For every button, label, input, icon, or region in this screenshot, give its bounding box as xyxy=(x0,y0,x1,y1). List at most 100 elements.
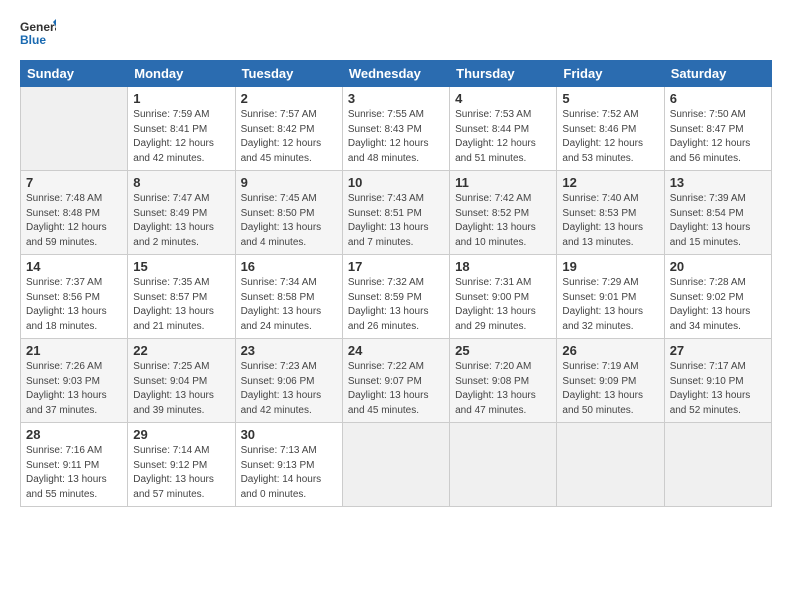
weekday-header-cell: Sunday xyxy=(21,61,128,87)
calendar-day-cell: 16 Sunrise: 7:34 AMSunset: 8:58 PMDayligh… xyxy=(235,255,342,339)
day-info: Sunrise: 7:59 AMSunset: 8:41 PMDaylight:… xyxy=(133,108,229,166)
day-number: 5 xyxy=(562,91,658,106)
logo-svg: General Blue xyxy=(20,16,56,52)
day-number: 21 xyxy=(26,343,122,358)
calendar-day-cell: 14 Sunrise: 7:37 AMSunset: 8:56 PMDayligh… xyxy=(21,255,128,339)
calendar-day-cell: 27 Sunrise: 7:17 AMSunset: 9:10 PMDayligh… xyxy=(664,339,771,423)
day-info: Sunrise: 7:48 AMSunset: 8:48 PMDaylight:… xyxy=(26,192,122,250)
calendar-day-cell xyxy=(21,87,128,171)
day-number: 3 xyxy=(348,91,444,106)
calendar-day-cell: 21 Sunrise: 7:26 AMSunset: 9:03 PMDayligh… xyxy=(21,339,128,423)
calendar-table: SundayMondayTuesdayWednesdayThursdayFrid… xyxy=(20,60,772,507)
day-info: Sunrise: 7:28 AMSunset: 9:02 PMDaylight:… xyxy=(670,276,766,334)
calendar-day-cell: 11Sunrise: 7:42 AMSunset: 8:52 PMDayligh… xyxy=(450,171,557,255)
day-info: Sunrise: 7:13 AMSunset: 9:13 PMDaylight:… xyxy=(241,444,337,502)
weekday-header-cell: Saturday xyxy=(664,61,771,87)
calendar-day-cell: 28 Sunrise: 7:16 AMSunset: 9:11 PMDayligh… xyxy=(21,423,128,507)
calendar-day-cell xyxy=(664,423,771,507)
day-info: Sunrise: 7:17 AMSunset: 9:10 PMDaylight:… xyxy=(670,360,766,418)
calendar-day-cell: 7 Sunrise: 7:48 AMSunset: 8:48 PMDaylight… xyxy=(21,171,128,255)
calendar-day-cell: 19 Sunrise: 7:29 AMSunset: 9:01 PMDayligh… xyxy=(557,255,664,339)
day-info: Sunrise: 7:31 AMSunset: 9:00 PMDaylight:… xyxy=(455,276,551,334)
calendar-week-row: 21 Sunrise: 7:26 AMSunset: 9:03 PMDayligh… xyxy=(21,339,772,423)
weekday-header-cell: Wednesday xyxy=(342,61,449,87)
day-info: Sunrise: 7:35 AMSunset: 8:57 PMDaylight:… xyxy=(133,276,229,334)
day-info: Sunrise: 7:52 AMSunset: 8:46 PMDaylight:… xyxy=(562,108,658,166)
day-info: Sunrise: 7:45 AMSunset: 8:50 PMDaylight:… xyxy=(241,192,337,250)
weekday-header-cell: Thursday xyxy=(450,61,557,87)
day-info: Sunrise: 7:55 AMSunset: 8:43 PMDaylight:… xyxy=(348,108,444,166)
day-number: 10 xyxy=(348,175,444,190)
day-info: Sunrise: 7:23 AMSunset: 9:06 PMDaylight:… xyxy=(241,360,337,418)
calendar-day-cell: 22Sunrise: 7:25 AMSunset: 9:04 PMDayligh… xyxy=(128,339,235,423)
calendar-day-cell: 25Sunrise: 7:20 AMSunset: 9:08 PMDayligh… xyxy=(450,339,557,423)
calendar-day-cell xyxy=(342,423,449,507)
svg-text:Blue: Blue xyxy=(20,33,46,47)
calendar-body: 1 Sunrise: 7:59 AMSunset: 8:41 PMDaylight… xyxy=(21,87,772,507)
day-info: Sunrise: 7:37 AMSunset: 8:56 PMDaylight:… xyxy=(26,276,122,334)
calendar-week-row: 28 Sunrise: 7:16 AMSunset: 9:11 PMDayligh… xyxy=(21,423,772,507)
day-number: 19 xyxy=(562,259,658,274)
day-number: 9 xyxy=(241,175,337,190)
calendar-day-cell: 20Sunrise: 7:28 AMSunset: 9:02 PMDayligh… xyxy=(664,255,771,339)
calendar-day-cell: 18 Sunrise: 7:31 AMSunset: 9:00 PMDayligh… xyxy=(450,255,557,339)
day-number: 22 xyxy=(133,343,229,358)
calendar-day-cell: 6Sunrise: 7:50 AMSunset: 8:47 PMDaylight… xyxy=(664,87,771,171)
day-number: 18 xyxy=(455,259,551,274)
day-number: 26 xyxy=(562,343,658,358)
calendar-week-row: 14 Sunrise: 7:37 AMSunset: 8:56 PMDayligh… xyxy=(21,255,772,339)
day-info: Sunrise: 7:32 AMSunset: 8:59 PMDaylight:… xyxy=(348,276,444,334)
day-number: 17 xyxy=(348,259,444,274)
calendar-day-cell: 1 Sunrise: 7:59 AMSunset: 8:41 PMDaylight… xyxy=(128,87,235,171)
day-info: Sunrise: 7:57 AMSunset: 8:42 PMDaylight:… xyxy=(241,108,337,166)
day-info: Sunrise: 7:42 AMSunset: 8:52 PMDaylight:… xyxy=(455,192,551,250)
calendar-day-cell: 15 Sunrise: 7:35 AMSunset: 8:57 PMDayligh… xyxy=(128,255,235,339)
day-number: 1 xyxy=(133,91,229,106)
weekday-header-cell: Monday xyxy=(128,61,235,87)
day-number: 15 xyxy=(133,259,229,274)
day-info: Sunrise: 7:40 AMSunset: 8:53 PMDaylight:… xyxy=(562,192,658,250)
day-number: 28 xyxy=(26,427,122,442)
calendar-day-cell: 9 Sunrise: 7:45 AMSunset: 8:50 PMDaylight… xyxy=(235,171,342,255)
day-number: 7 xyxy=(26,175,122,190)
calendar-day-cell: 3 Sunrise: 7:55 AMSunset: 8:43 PMDaylight… xyxy=(342,87,449,171)
calendar-day-cell: 5 Sunrise: 7:52 AMSunset: 8:46 PMDaylight… xyxy=(557,87,664,171)
weekday-header-cell: Friday xyxy=(557,61,664,87)
calendar-day-cell xyxy=(450,423,557,507)
day-number: 23 xyxy=(241,343,337,358)
calendar-day-cell: 23 Sunrise: 7:23 AMSunset: 9:06 PMDayligh… xyxy=(235,339,342,423)
logo: General Blue xyxy=(20,16,56,52)
calendar-day-cell: 29Sunrise: 7:14 AMSunset: 9:12 PMDayligh… xyxy=(128,423,235,507)
calendar-week-row: 7 Sunrise: 7:48 AMSunset: 8:48 PMDaylight… xyxy=(21,171,772,255)
day-info: Sunrise: 7:26 AMSunset: 9:03 PMDaylight:… xyxy=(26,360,122,418)
day-info: Sunrise: 7:16 AMSunset: 9:11 PMDaylight:… xyxy=(26,444,122,502)
day-number: 8 xyxy=(133,175,229,190)
day-number: 16 xyxy=(241,259,337,274)
calendar-day-cell: 10Sunrise: 7:43 AMSunset: 8:51 PMDayligh… xyxy=(342,171,449,255)
svg-text:General: General xyxy=(20,20,56,34)
day-number: 24 xyxy=(348,343,444,358)
day-number: 13 xyxy=(670,175,766,190)
calendar-day-cell: 13 Sunrise: 7:39 AMSunset: 8:54 PMDayligh… xyxy=(664,171,771,255)
day-info: Sunrise: 7:22 AMSunset: 9:07 PMDaylight:… xyxy=(348,360,444,418)
page-header: General Blue xyxy=(20,16,772,52)
day-info: Sunrise: 7:39 AMSunset: 8:54 PMDaylight:… xyxy=(670,192,766,250)
day-number: 29 xyxy=(133,427,229,442)
day-number: 25 xyxy=(455,343,551,358)
calendar-day-cell: 24 Sunrise: 7:22 AMSunset: 9:07 PMDayligh… xyxy=(342,339,449,423)
day-number: 14 xyxy=(26,259,122,274)
day-info: Sunrise: 7:19 AMSunset: 9:09 PMDaylight:… xyxy=(562,360,658,418)
day-info: Sunrise: 7:47 AMSunset: 8:49 PMDaylight:… xyxy=(133,192,229,250)
day-number: 12 xyxy=(562,175,658,190)
day-number: 27 xyxy=(670,343,766,358)
day-number: 6 xyxy=(670,91,766,106)
day-info: Sunrise: 7:29 AMSunset: 9:01 PMDaylight:… xyxy=(562,276,658,334)
day-info: Sunrise: 7:53 AMSunset: 8:44 PMDaylight:… xyxy=(455,108,551,166)
day-info: Sunrise: 7:34 AMSunset: 8:58 PMDaylight:… xyxy=(241,276,337,334)
calendar-day-cell: 17 Sunrise: 7:32 AMSunset: 8:59 PMDayligh… xyxy=(342,255,449,339)
calendar-week-row: 1 Sunrise: 7:59 AMSunset: 8:41 PMDaylight… xyxy=(21,87,772,171)
calendar-day-cell: 4Sunrise: 7:53 AMSunset: 8:44 PMDaylight… xyxy=(450,87,557,171)
day-number: 30 xyxy=(241,427,337,442)
weekday-header-row: SundayMondayTuesdayWednesdayThursdayFrid… xyxy=(21,61,772,87)
day-number: 2 xyxy=(241,91,337,106)
